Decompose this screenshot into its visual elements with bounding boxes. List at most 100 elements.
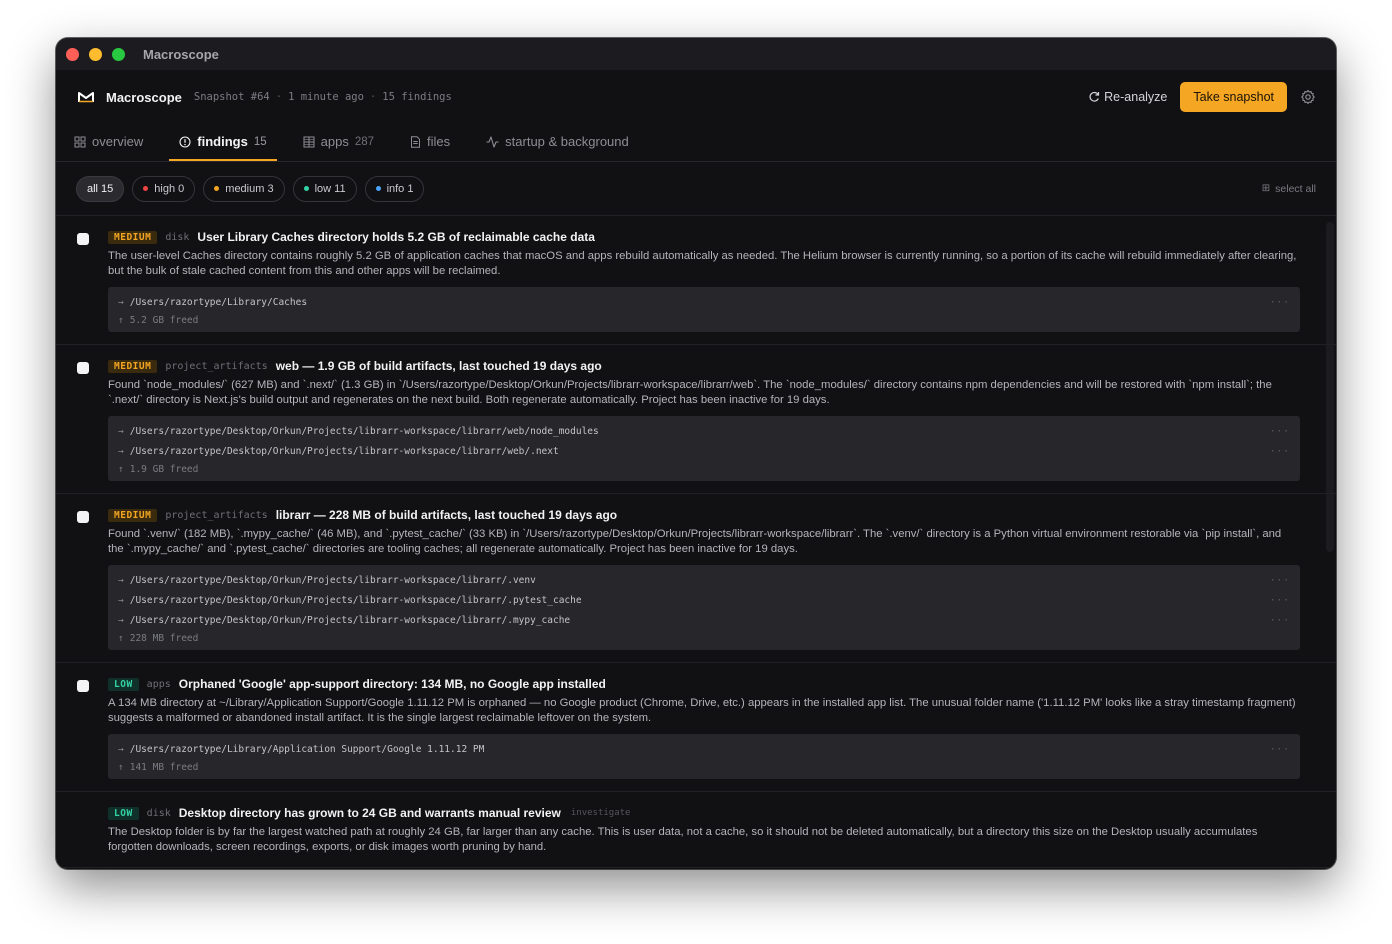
- path-row: → /Users/razortype/Desktop/Orkun/Project…: [118, 610, 1290, 630]
- freed-row: ↑ 1.9 GB freed: [118, 461, 1290, 477]
- findings-list: MEDIUM disk User Library Caches director…: [56, 216, 1336, 869]
- arrow-up-icon: ↑: [118, 632, 124, 644]
- finding-title: librarr — 228 MB of build artifacts, las…: [275, 508, 618, 522]
- more-options-icon[interactable]: ···: [1270, 744, 1290, 755]
- filter-medium[interactable]: medium 3: [203, 175, 285, 202]
- finding-checkbox[interactable]: [77, 233, 89, 245]
- info-dot-icon: [375, 186, 381, 191]
- tab-findings-count: 15: [253, 135, 267, 148]
- path-text: /Users/razortype/Desktop/Orkun/Projects/…: [129, 445, 559, 457]
- zoom-window-button[interactable]: [112, 47, 125, 61]
- finding-category: apps: [146, 678, 171, 690]
- main-tabs: overview findings 15 apps 287 files star…: [56, 124, 1336, 162]
- filter-high-label: high 0: [154, 182, 185, 195]
- filter-info[interactable]: info 1: [364, 175, 425, 202]
- arrow-right-icon: →: [118, 425, 124, 437]
- finding-row: LOW apps Orphaned 'Google' app-support d…: [56, 663, 1336, 792]
- finding-title: web — 1.9 GB of build artifacts, last to…: [275, 359, 602, 373]
- more-options-icon[interactable]: ···: [1270, 615, 1290, 626]
- select-all-label: select all: [1275, 182, 1316, 195]
- tab-startup-background[interactable]: startup & background: [476, 124, 639, 161]
- file-icon: [411, 135, 421, 148]
- more-options-icon[interactable]: ···: [1270, 297, 1290, 308]
- tab-files-label: files: [427, 134, 451, 149]
- severity-badge: MEDIUM: [108, 359, 158, 373]
- finding-row: MEDIUM disk User Library Caches director…: [56, 216, 1336, 345]
- tab-apps-count: 287: [354, 135, 375, 148]
- filter-low[interactable]: low 11: [292, 175, 357, 202]
- path-text: /Users/razortype/Library/Caches: [129, 296, 308, 308]
- finding-title: User Library Caches directory holds 5.2 …: [197, 230, 595, 244]
- finding-checkbox[interactable]: [77, 680, 89, 692]
- arrow-right-icon: →: [118, 574, 124, 586]
- tab-apps-label: apps: [320, 134, 349, 149]
- snapshot-id: Snapshot #64: [193, 91, 270, 103]
- freed-row: ↑ 228 MB freed: [118, 630, 1290, 646]
- freed-text: 1.9 GB freed: [129, 463, 199, 475]
- snapshot-time: 1 minute ago: [288, 91, 364, 103]
- filter-medium-label: medium 3: [225, 182, 274, 195]
- finding-description: Found `.venv/` (182 MB), `.mypy_cache/` …: [108, 528, 1282, 555]
- tab-findings-label: findings: [197, 134, 248, 149]
- more-options-icon[interactable]: ···: [1270, 575, 1290, 586]
- close-window-button[interactable]: [66, 47, 79, 61]
- arrow-right-icon: →: [118, 296, 124, 308]
- minimize-window-button[interactable]: [89, 47, 102, 61]
- path-text: /Users/razortype/Desktop/Orkun/Projects/…: [129, 574, 536, 586]
- filter-all[interactable]: all 15: [76, 175, 125, 202]
- more-options-icon[interactable]: ···: [1270, 595, 1290, 606]
- freed-row: ↑ 5.2 GB freed: [118, 312, 1290, 328]
- finding-description: The Desktop folder is by far the largest…: [108, 826, 1258, 853]
- reanalyze-button[interactable]: Re-analyze: [1088, 90, 1167, 104]
- gear-icon: [1301, 89, 1315, 105]
- tab-files[interactable]: files: [400, 124, 460, 161]
- path-text: /Users/razortype/Library/Application Sup…: [129, 743, 485, 755]
- freed-text: 5.2 GB freed: [129, 314, 199, 326]
- reanalyze-label: Re-analyze: [1104, 90, 1168, 104]
- finding-row: MEDIUM project_artifacts librarr — 228 M…: [56, 494, 1336, 663]
- snapshot-meta: Snapshot #64 · 1 minute ago · 15 findings: [193, 91, 452, 103]
- findings-count: 15 findings: [382, 91, 452, 103]
- severity-badge: LOW: [108, 806, 139, 820]
- path-row: → /Users/razortype/Desktop/Orkun/Project…: [118, 441, 1290, 461]
- tab-findings[interactable]: findings 15: [169, 124, 277, 161]
- filter-low-label: low 11: [314, 182, 346, 195]
- arrow-up-icon: ↑: [118, 463, 124, 475]
- finding-row: MEDIUM project_artifacts web — 1.9 GB of…: [56, 345, 1336, 494]
- finding-paths: → /Users/razortype/Desktop/Orkun/Project…: [108, 416, 1300, 481]
- window-title: Macroscope: [143, 46, 219, 62]
- path-row: → /Users/razortype/Desktop/Orkun/Project…: [118, 421, 1290, 441]
- finding-row: LOW disk Desktop directory has grown to …: [56, 792, 1336, 868]
- filter-high[interactable]: high 0: [132, 175, 196, 202]
- arrow-right-icon: →: [118, 743, 124, 755]
- more-options-icon[interactable]: ···: [1270, 446, 1290, 457]
- app-window: Macroscope Macroscope Snapshot #64 · 1 min…: [56, 38, 1336, 869]
- finding-title: Orphaned 'Google' app-support directory:…: [178, 677, 606, 691]
- macroscope-logo-icon: [78, 92, 94, 103]
- investigate-tag: investigate: [570, 808, 631, 818]
- finding-paths: → /Users/razortype/Library/Application S…: [108, 734, 1300, 779]
- finding-description: The user-level Caches directory contains…: [108, 250, 1297, 277]
- path-text: /Users/razortype/Desktop/Orkun/Projects/…: [129, 594, 582, 606]
- finding-description: Found `node_modules/` (627 MB) and `.nex…: [108, 379, 1272, 406]
- app-header: Macroscope Snapshot #64 · 1 minute ago · 15 …: [56, 70, 1336, 124]
- path-row: → /Users/razortype/Library/Application S…: [118, 739, 1290, 759]
- more-options-icon[interactable]: ···: [1270, 426, 1290, 437]
- tab-apps[interactable]: apps 287: [293, 124, 384, 161]
- finding-checkbox[interactable]: [77, 511, 89, 523]
- apps-grid-icon: [303, 136, 315, 147]
- select-all-button[interactable]: ⊞ select all: [1262, 183, 1316, 195]
- tab-overview-label: overview: [92, 134, 144, 149]
- finding-paths: → /Users/razortype/Library/Caches ··· ↑ …: [108, 287, 1300, 332]
- brand-name: Macroscope: [106, 89, 182, 105]
- settings-button[interactable]: [1300, 89, 1316, 105]
- filter-all-label: all 15: [87, 182, 114, 195]
- filter-info-label: info 1: [386, 182, 414, 195]
- finding-checkbox[interactable]: [77, 362, 89, 374]
- take-snapshot-button[interactable]: Take snapshot: [1180, 82, 1287, 112]
- finding-paths: → /Users/razortype/Desktop/Orkun/Project…: [108, 565, 1300, 650]
- arrow-right-icon: →: [118, 445, 124, 457]
- path-row: → /Users/razortype/Desktop/Orkun/Project…: [118, 570, 1290, 590]
- low-dot-icon: [303, 186, 309, 191]
- tab-overview[interactable]: overview: [64, 124, 153, 161]
